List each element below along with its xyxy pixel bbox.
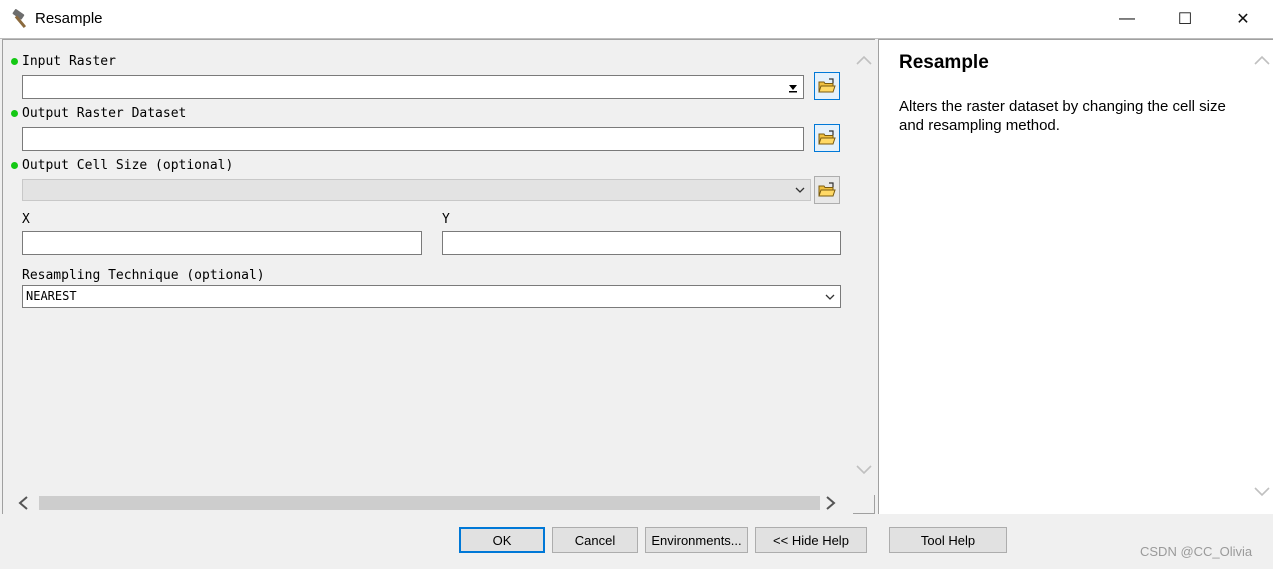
resampling-select[interactable]: NEAREST: [22, 285, 841, 308]
maximize-icon: ☐: [1177, 11, 1193, 28]
help-pane: Resample Alters the raster dataset by ch…: [878, 39, 1273, 514]
required-indicator-icon: [11, 58, 18, 65]
output-raster-input[interactable]: [22, 127, 804, 151]
y-input[interactable]: [442, 231, 841, 255]
close-icon: ✕: [1236, 11, 1250, 28]
tool-help-button[interactable]: Tool Help: [889, 527, 1007, 553]
scroll-up-icon[interactable]: [855, 54, 873, 66]
cell-size-label: Output Cell Size (optional): [22, 158, 234, 173]
open-folder-icon: [818, 182, 836, 197]
help-description: Alters the raster dataset by changing th…: [899, 98, 1226, 134]
x-label: X: [22, 212, 30, 227]
help-scroll-up-icon[interactable]: [1253, 54, 1271, 66]
ok-button[interactable]: OK: [459, 527, 545, 553]
scroll-right-icon[interactable]: [825, 495, 837, 511]
horizontal-scroll-thumb[interactable]: [39, 496, 820, 510]
hide-help-button[interactable]: << Hide Help: [755, 527, 867, 553]
maximize-button[interactable]: ☐: [1156, 0, 1214, 38]
window-title: Resample: [35, 10, 103, 27]
horizontal-scrollbar[interactable]: [3, 492, 853, 514]
cell-size-browse-button[interactable]: [814, 176, 840, 204]
minimize-button[interactable]: —: [1098, 0, 1156, 38]
open-folder-icon: [818, 78, 836, 93]
scroll-down-icon[interactable]: [855, 464, 873, 476]
watermark-text: CSDN @CC_Olivia: [1140, 544, 1253, 559]
minimize-icon: —: [1119, 10, 1135, 27]
resampling-value: NEAREST: [26, 289, 77, 303]
output-raster-label: Output Raster Dataset: [22, 106, 187, 121]
resampling-dropdown-icon[interactable]: [820, 286, 840, 307]
input-raster-dropdown-icon[interactable]: [783, 76, 803, 98]
environments-button[interactable]: Environments...: [645, 527, 748, 553]
scroll-left-icon[interactable]: [17, 495, 29, 511]
hammer-icon: [12, 9, 27, 29]
help-scroll-down-icon[interactable]: [1253, 486, 1271, 498]
cell-size-combobox[interactable]: [22, 179, 811, 201]
cancel-button[interactable]: Cancel: [552, 527, 638, 553]
input-raster-browse-button[interactable]: [814, 72, 840, 100]
vertical-scrollbar[interactable]: [853, 40, 875, 495]
input-raster-label: Input Raster: [22, 54, 116, 69]
cell-size-dropdown-icon[interactable]: [790, 180, 810, 200]
input-raster-combobox[interactable]: [22, 75, 804, 99]
close-button[interactable]: ✕: [1214, 0, 1272, 38]
required-indicator-icon: [11, 110, 18, 117]
help-title: Resample: [899, 52, 989, 73]
open-folder-icon: [818, 130, 836, 145]
resampling-label: Resampling Technique (optional): [22, 268, 265, 283]
required-indicator-icon: [11, 162, 18, 169]
parameters-pane: Input Raster Output Raster Dataset Outpu…: [2, 39, 875, 514]
y-label: Y: [442, 212, 450, 227]
output-raster-browse-button[interactable]: [814, 124, 840, 152]
x-input[interactable]: [22, 231, 422, 255]
title-bar: Resample — ☐ ✕: [0, 0, 1273, 38]
